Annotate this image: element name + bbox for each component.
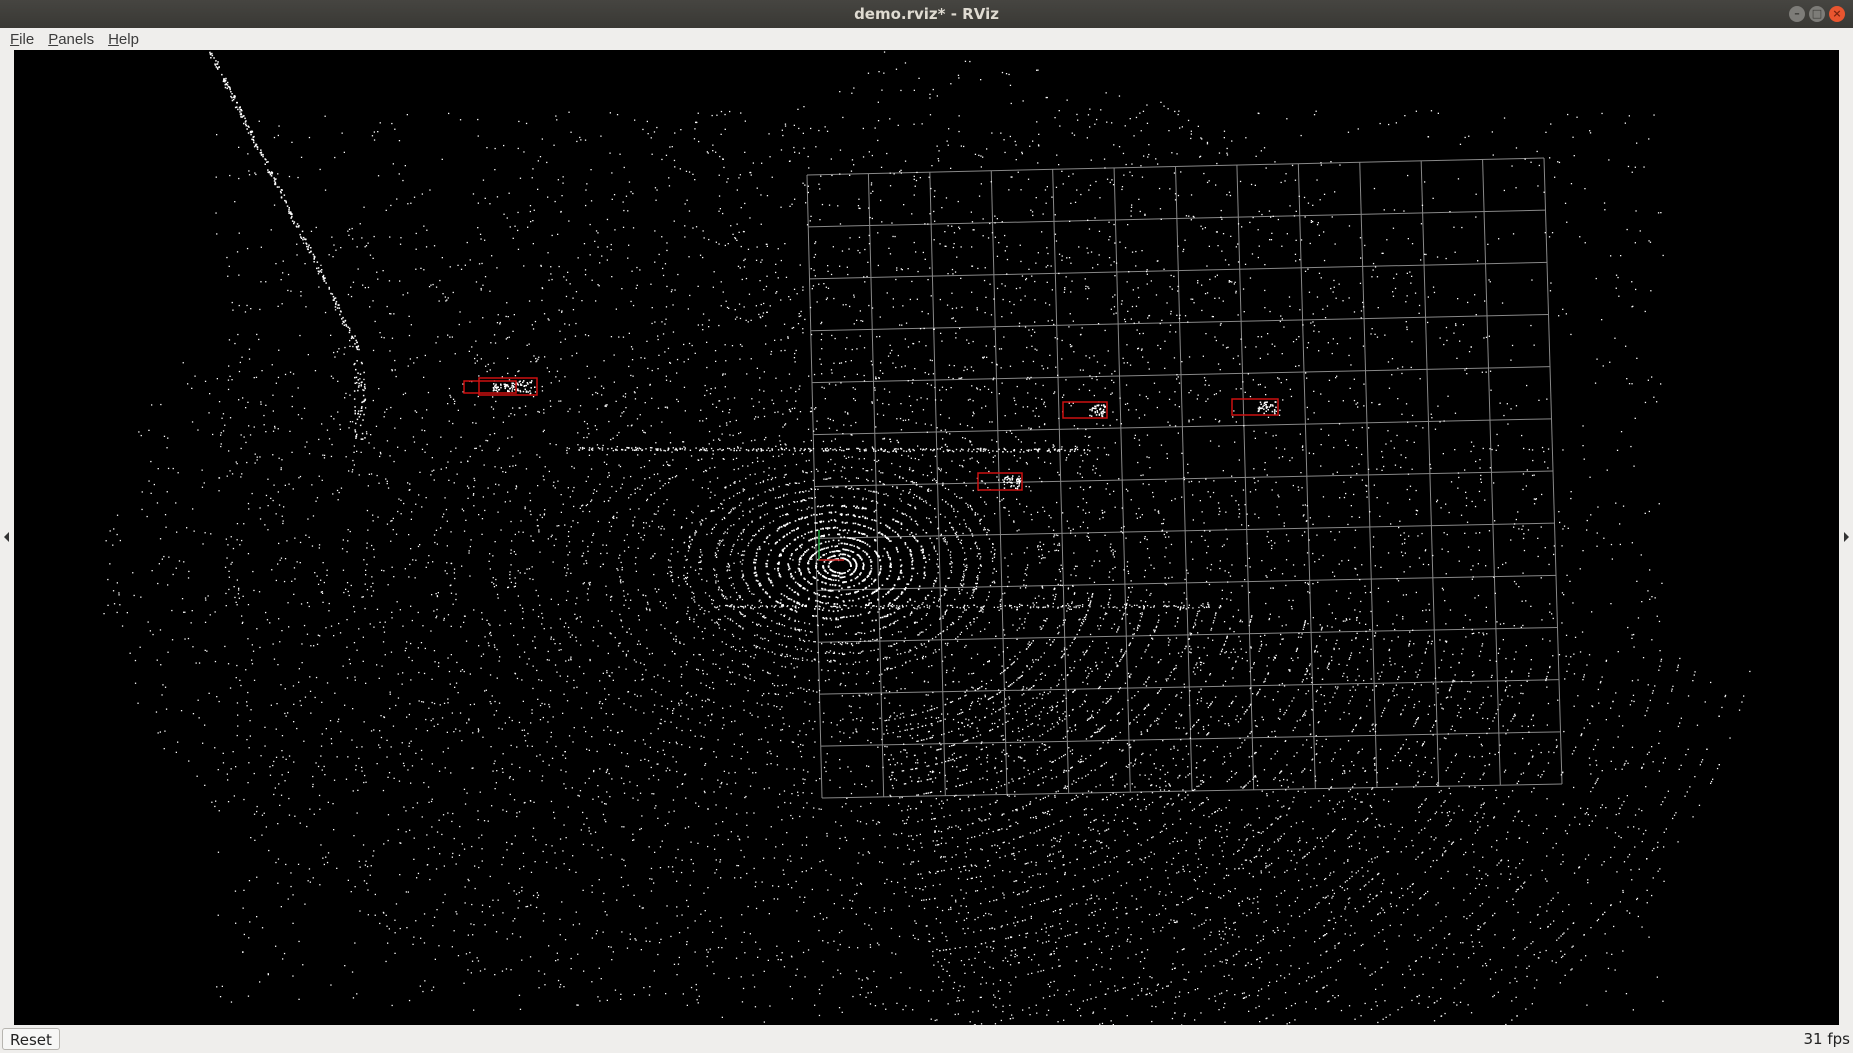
- menu-file-label: ile: [19, 30, 35, 48]
- collapse-right-icon[interactable]: [1844, 532, 1849, 542]
- menu-panels-label: anels: [58, 30, 95, 48]
- window-titlebar: demo.rviz* - RViz – □ ×: [0, 0, 1853, 28]
- menu-panels[interactable]: Panels: [42, 31, 100, 48]
- minimize-icon[interactable]: –: [1789, 6, 1805, 22]
- detection-boxes: [463, 377, 1279, 491]
- maximize-icon[interactable]: □: [1809, 6, 1825, 22]
- menu-file-mnemonic: F: [10, 30, 20, 48]
- vehicle-bounding-box: [1231, 398, 1279, 416]
- menu-help-label: elp: [118, 30, 139, 48]
- right-dock-toggle[interactable]: [1839, 50, 1853, 1025]
- left-dock-toggle[interactable]: [0, 50, 14, 1025]
- menu-file[interactable]: File: [4, 31, 40, 48]
- menu-help[interactable]: Help: [102, 31, 145, 48]
- lidar-point-cloud: [103, 51, 1751, 1025]
- window-title: demo.rviz* - RViz: [854, 5, 999, 23]
- reset-button[interactable]: Reset: [2, 1028, 60, 1050]
- point-cloud-scene: [103, 51, 1751, 1025]
- menu-bar: File Panels Help: [0, 28, 1853, 50]
- window-controls: – □ ×: [1789, 6, 1845, 22]
- render-3d-viewport[interactable]: [14, 50, 1839, 1025]
- vehicle-bounding-box: [977, 472, 1023, 491]
- menu-panels-mnemonic: P: [48, 30, 59, 48]
- fps-readout: 31 fps: [1803, 1030, 1850, 1048]
- close-icon[interactable]: ×: [1829, 6, 1845, 22]
- menu-help-mnemonic: H: [108, 30, 119, 48]
- collapse-left-icon[interactable]: [4, 532, 9, 542]
- status-bar: Reset 31 fps: [0, 1025, 1853, 1053]
